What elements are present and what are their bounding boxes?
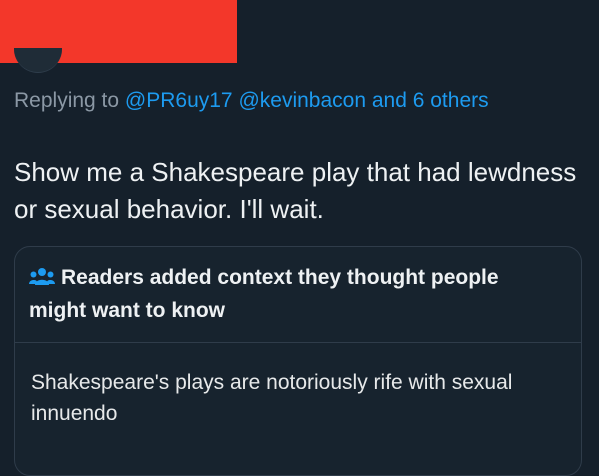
reply-mentions-link[interactable]: @PR6uy17 @kevinbacon — [125, 89, 366, 112]
community-note-card: Readers added context they thought peopl… — [14, 246, 582, 476]
community-note-body: Shakespeare's plays are notoriously rife… — [31, 371, 513, 425]
reply-others-link[interactable]: and 6 others — [372, 89, 489, 112]
avatar[interactable] — [14, 48, 62, 73]
note-divider — [15, 342, 581, 343]
community-note-heading: Readers added context they thought peopl… — [29, 266, 499, 322]
community-note-header[interactable]: Readers added context they thought peopl… — [29, 263, 549, 326]
replying-to-line: Replying to @PR6uy17 @kevinbacon and 6 o… — [14, 86, 554, 115]
people-icon — [29, 266, 55, 296]
tweet-text: Show me a Shakespeare play that had lewd… — [14, 157, 577, 224]
replying-to-label: Replying to — [14, 89, 120, 112]
